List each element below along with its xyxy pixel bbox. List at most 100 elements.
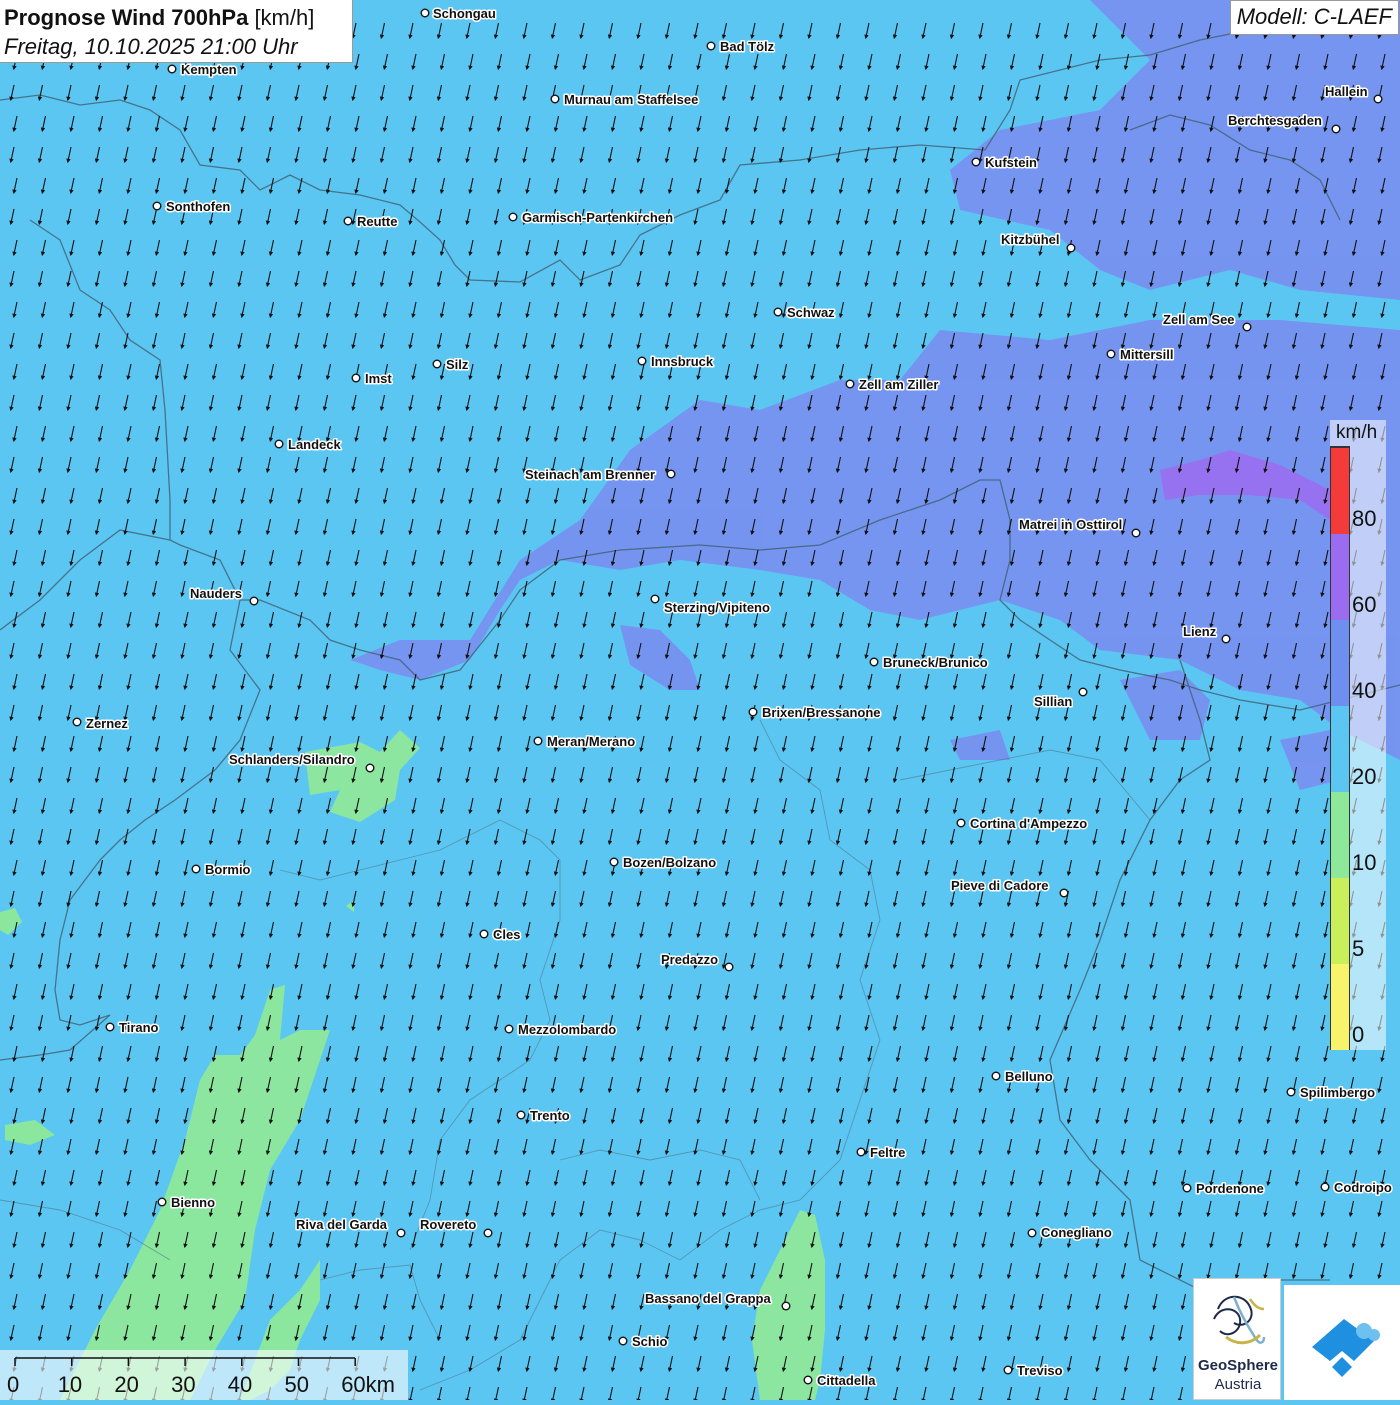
model-label: Modell: C-LAEF [1229, 0, 1399, 35]
city-dot [191, 864, 201, 874]
legend-tick-label: 5 [1352, 936, 1365, 961]
city-dot [1320, 1182, 1330, 1192]
app-logo[interactable] [1284, 1285, 1400, 1400]
city-label: Nauders [190, 586, 242, 601]
city-label: Kempten [181, 62, 237, 77]
legend-segment [1331, 705, 1349, 792]
city-label: Matrei in Osttirol [1019, 517, 1122, 532]
city-dot [396, 1228, 406, 1238]
city-dot [706, 41, 716, 51]
city-dot [1027, 1228, 1037, 1238]
city-marker[interactable]: Steinach am Brenner [524, 466, 676, 484]
geosphere-emblem-icon [1213, 1295, 1266, 1345]
city-label: Codroipo [1334, 1180, 1392, 1195]
legend-segment [1331, 447, 1349, 534]
scale-label: 50 [285, 1372, 309, 1397]
legend-tick-label: 0 [1352, 1022, 1365, 1047]
city-label: Brixen/Bressanone [762, 705, 881, 720]
city-label: Predazzo [661, 952, 718, 967]
city-dot [869, 657, 879, 667]
city-dot [1131, 528, 1141, 538]
city-marker[interactable]: Conegliano [1027, 1224, 1113, 1242]
legend-tick-label: 80 [1352, 506, 1377, 531]
city-label: Treviso [1017, 1363, 1063, 1378]
city-label: Cittadella [817, 1373, 876, 1388]
city-label: Silz [446, 357, 469, 372]
city-label: Pordenone [1196, 1181, 1264, 1196]
city-marker[interactable]: Zell am Ziller [845, 376, 940, 394]
city-label: Sillian [1034, 694, 1072, 709]
city-marker[interactable]: Cortina d'Ampezzo [956, 815, 1089, 833]
legend-segment [1331, 963, 1349, 1050]
city-label: Mezzolombardo [518, 1022, 616, 1037]
city-dot [856, 1147, 866, 1157]
city-label: Sonthofen [166, 199, 230, 214]
city-marker[interactable]: Bozen/Bolzano [609, 854, 718, 872]
weather-app-icon [1312, 1319, 1380, 1377]
map-title: Prognose Wind 700hPa [km/h] [4, 3, 348, 32]
city-dot [618, 1336, 628, 1346]
city-dot [152, 201, 162, 211]
city-dot [1221, 634, 1231, 644]
city-label: Garmisch-Partenkirchen [522, 210, 673, 225]
city-label: Riva del Garda [296, 1217, 388, 1232]
city-label: Hallein [1325, 84, 1368, 99]
geosphere-logo[interactable]: GeoSphere Austria [1193, 1278, 1281, 1400]
city-marker[interactable]: Mezzolombardo [504, 1021, 618, 1039]
city-dot [748, 707, 758, 717]
city-dot [274, 439, 284, 449]
scale-label: 60km [341, 1372, 395, 1397]
city-label: Kitzbühel [1001, 232, 1060, 247]
city-label: Mittersill [1120, 347, 1173, 362]
scale-bar-graphic: 0 10 20 30 40 50 60km [7, 1357, 395, 1397]
city-label: Zernez [86, 716, 128, 731]
city-dot [343, 216, 353, 226]
city-marker[interactable]: Meran/Merano [533, 733, 637, 751]
city-label: Trento [530, 1108, 570, 1123]
city-dot [365, 763, 375, 773]
scale-label: 20 [114, 1372, 138, 1397]
city-label: Innsbruck [651, 354, 714, 369]
city-dot [508, 212, 518, 222]
city-label: Belluno [1005, 1069, 1053, 1084]
city-dot [781, 1301, 791, 1311]
city-label: Steinach am Brenner [525, 467, 655, 482]
map-title-unit: [km/h] [254, 5, 315, 30]
city-label: Bassano del Grappa [645, 1291, 771, 1306]
city-marker[interactable]: Bruneck/Brunico [869, 654, 989, 672]
city-dot [483, 1228, 493, 1238]
map-title-main: Prognose Wind 700hPa [4, 5, 249, 30]
city-dot [773, 307, 783, 317]
legend-color-bar [1330, 446, 1350, 1050]
city-dot [1182, 1183, 1192, 1193]
city-dot [1003, 1365, 1013, 1375]
city-label: Bozen/Bolzano [623, 855, 716, 870]
city-marker[interactable]: Murnau am Staffelsee [550, 91, 700, 109]
legend-segment [1331, 791, 1349, 878]
city-label: Imst [365, 371, 392, 386]
scale-label: 0 [7, 1372, 19, 1397]
city-label: Spilimbergo [1300, 1085, 1375, 1100]
legend-tick-label: 10 [1352, 850, 1377, 875]
city-marker[interactable]: Brixen/Bressanone [748, 704, 882, 722]
city-label: Meran/Merano [547, 734, 635, 749]
city-dot [724, 962, 734, 972]
city-marker[interactable]: Schongau [420, 5, 497, 23]
city-marker[interactable]: Spilimbergo [1286, 1084, 1377, 1102]
city-dot [533, 736, 543, 746]
city-dot [956, 818, 966, 828]
city-dot [1331, 124, 1341, 134]
city-label: Bienno [171, 1195, 215, 1210]
city-marker[interactable]: Garmisch-Partenkirchen [508, 209, 675, 227]
city-label: Schio [632, 1334, 667, 1349]
city-label: Berchtesgaden [1228, 113, 1322, 128]
city-dot [157, 1197, 167, 1207]
city-dot [516, 1110, 526, 1120]
city-dot [637, 356, 647, 366]
legend-unit: km/h [1336, 422, 1378, 443]
city-dot [1078, 687, 1088, 697]
city-label: Bad Tölz [720, 39, 775, 54]
title-box: Prognose Wind 700hPa [km/h] Freitag, 10.… [0, 0, 353, 63]
city-marker[interactable]: Pordenone [1182, 1180, 1265, 1198]
city-dot [1059, 888, 1069, 898]
